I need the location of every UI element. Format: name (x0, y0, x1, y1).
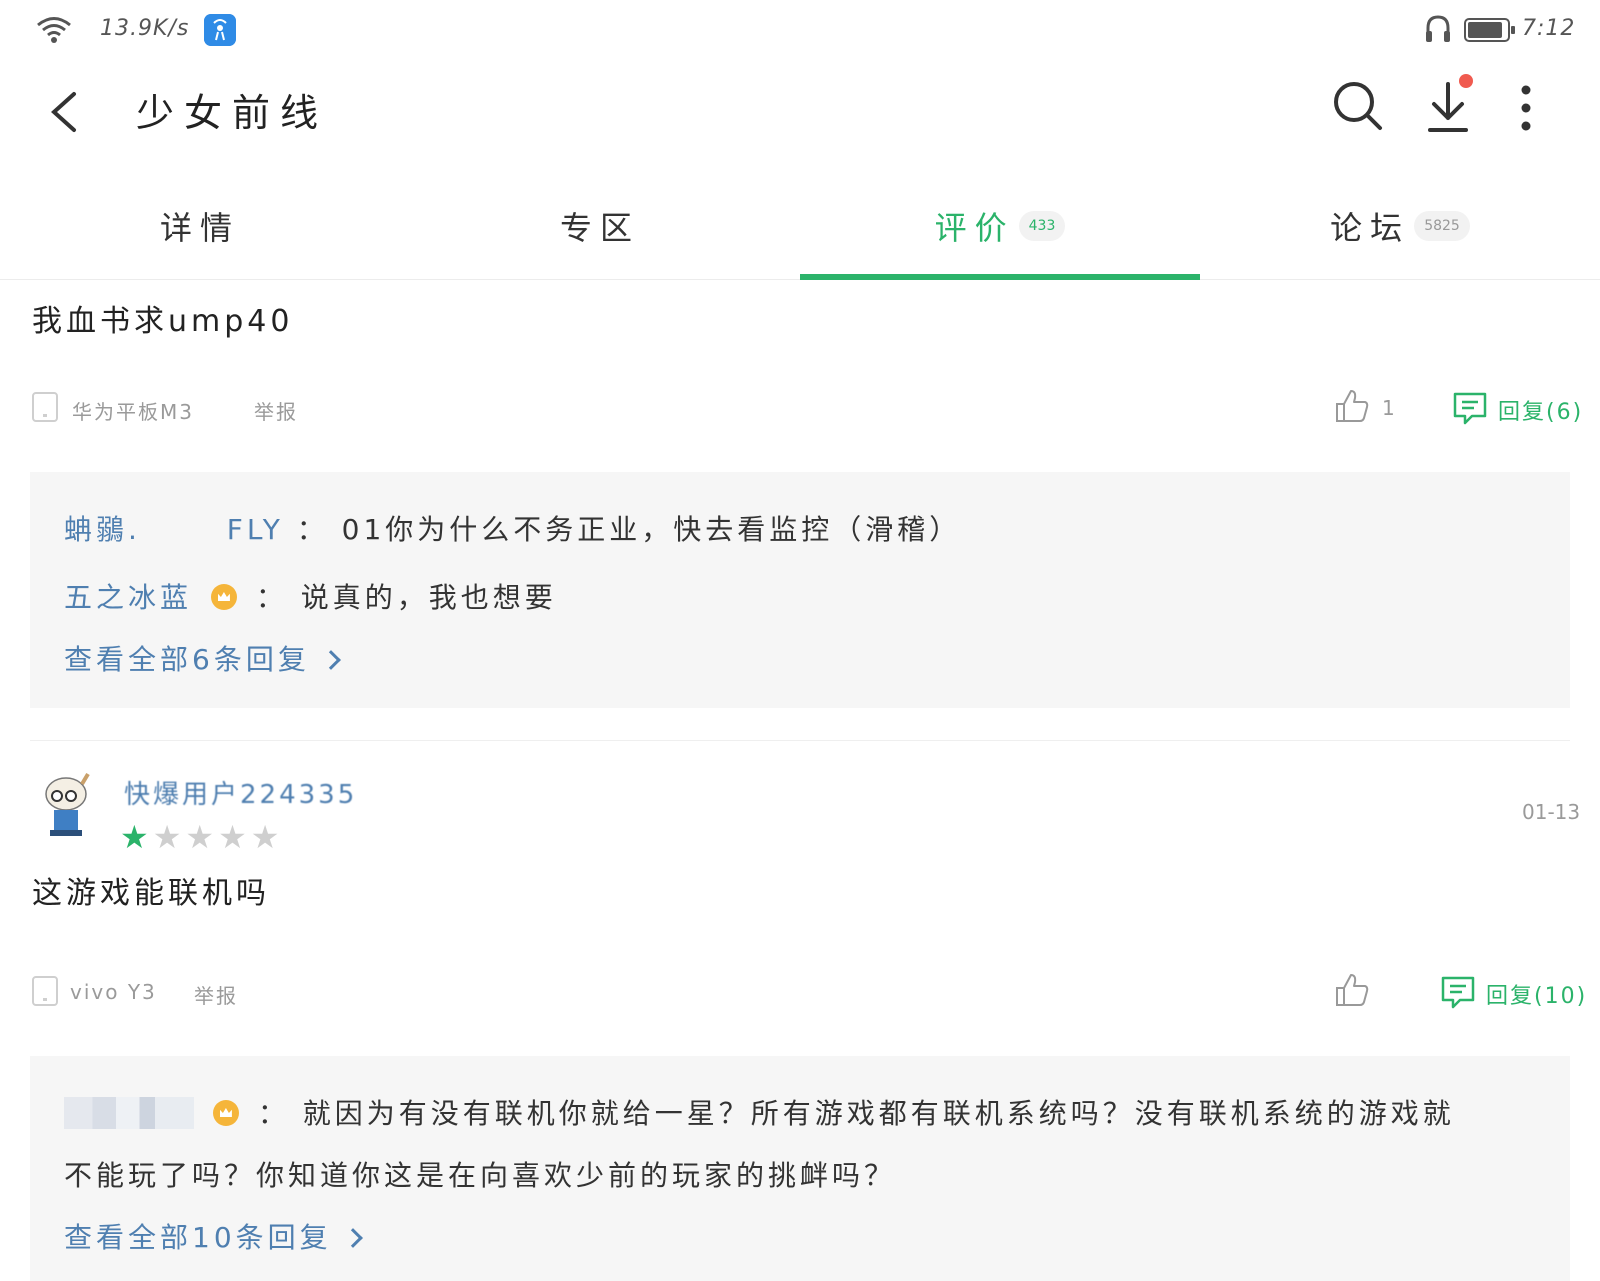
user-avatar[interactable] (36, 772, 96, 842)
star-empty-icon: ★ (152, 818, 186, 856)
review-text: 这游戏能联机吗 (32, 876, 270, 911)
reply-text: 说真的，我也想要 (300, 581, 557, 614)
back-arrow-icon[interactable] (40, 80, 88, 144)
network-speed: 13.9K/s (100, 16, 190, 41)
view-all-label: 查看全部10条回复 (64, 1221, 332, 1254)
reply-item: ： 就因为有没有联机你就给一星？所有游戏都有联机系统吗？没有联机系统的游戏就 (64, 1092, 1455, 1132)
tab-reviews[interactable]: 评价 433 (800, 172, 1200, 280)
star-filled-icon: ★ (120, 818, 153, 856)
battery-icon (1464, 18, 1515, 42)
phone-device-icon (32, 976, 58, 1006)
star-rating: ★★★★★ (120, 818, 283, 856)
tab-label: 论坛 (1330, 209, 1411, 247)
reply-separator: ： (296, 513, 329, 546)
report-link[interactable]: 举报 (254, 396, 298, 425)
review-divider (30, 740, 1570, 741)
reply-button[interactable]: 回复(10) (1486, 978, 1587, 1010)
reply-separator: ： (255, 581, 288, 614)
clock: 7:12 (1522, 16, 1576, 41)
view-all-replies-link[interactable]: 查看全部10条回复 (64, 1216, 363, 1256)
review-date: 01-13 (1522, 800, 1581, 824)
reply-text: 就因为有没有联机你就给一星？所有游戏都有联机系统吗？没有联机系统的游戏就 (302, 1097, 1455, 1130)
review-username[interactable]: 快爆用户224335 (124, 774, 357, 811)
comment-icon[interactable] (1452, 390, 1488, 426)
crown-badge-icon (210, 584, 237, 610)
active-tab-indicator (800, 274, 1200, 280)
star-empty-icon: ★ (185, 818, 219, 856)
search-icon[interactable] (1330, 78, 1386, 134)
tab-label: 评价 (934, 209, 1015, 247)
reply-username[interactable]: 五之冰蓝 (64, 581, 192, 614)
tab-details[interactable]: 详情 (0, 172, 400, 280)
hotspot-app-icon (204, 14, 236, 46)
more-options-icon[interactable] (1512, 78, 1540, 138)
tab-label: 专区 (559, 209, 640, 247)
comment-icon[interactable] (1440, 974, 1476, 1010)
chevron-right-icon (342, 1228, 363, 1248)
reply-text: 01你为什么不务正业，快去看监控（滑稽） (341, 513, 962, 546)
device-name: vivo Y3 (70, 980, 157, 1004)
reply-username-2[interactable]: FLY (227, 513, 284, 546)
status-bar: 13.9K/s 7:12 (0, 0, 1600, 62)
tab-label: 详情 (159, 209, 240, 247)
thumbs-up-icon[interactable] (1334, 388, 1370, 424)
wifi-icon (37, 17, 71, 43)
chevron-right-icon (320, 650, 341, 670)
reply-button[interactable]: 回复(6) (1498, 394, 1583, 426)
tab-zone[interactable]: 专区 (400, 172, 800, 280)
blurred-username[interactable] (64, 1097, 194, 1129)
reply-text-continued: 不能玩了吗？你知道你这是在向喜欢少前的玩家的挑衅吗？ (64, 1159, 897, 1192)
thumbs-up-icon[interactable] (1334, 972, 1370, 1008)
review-text: 我血书求ump40 (32, 304, 294, 339)
view-all-replies-link[interactable]: 查看全部6条回复 (64, 638, 341, 678)
headphones-icon (1426, 15, 1450, 42)
reply-preview-box: 蚺鶸. FLY ： 01你为什么不务正业，快去看监控（滑稽） 五之冰蓝 ： 说真… (30, 472, 1570, 708)
star-empty-icon: ★ (250, 818, 284, 856)
view-all-label: 查看全部6条回复 (64, 643, 310, 676)
page-title: 少女前线 (136, 91, 329, 135)
device-name: 华为平板M3 (72, 400, 194, 424)
tab-count-badge: 433 (1018, 211, 1066, 241)
tab-count-badge: 5825 (1414, 211, 1470, 241)
report-link[interactable]: 举报 (194, 980, 238, 1009)
tab-bar: 详情 专区 评价 433 论坛 5825 (0, 172, 1600, 280)
tab-forum[interactable]: 论坛 5825 (1200, 172, 1600, 280)
app-bar: 少女前线 (0, 62, 1600, 162)
star-empty-icon: ★ (218, 818, 251, 856)
reply-item: 五之冰蓝 ： 说真的，我也想要 (64, 576, 557, 616)
like-count: 1 (1382, 396, 1395, 420)
reply-item: 蚺鶸. FLY ： 01你为什么不务正业，快去看监控（滑稽） (64, 508, 961, 548)
reply-username[interactable]: 蚺鶸. (64, 513, 141, 546)
tablet-device-icon (32, 392, 58, 422)
reply-preview-box: ： 就因为有没有联机你就给一星？所有游戏都有联机系统吗？没有联机系统的游戏就 不… (30, 1056, 1570, 1281)
crown-badge-icon (212, 1100, 239, 1126)
download-icon[interactable] (1424, 72, 1476, 138)
reply-separator: ： (257, 1097, 290, 1130)
